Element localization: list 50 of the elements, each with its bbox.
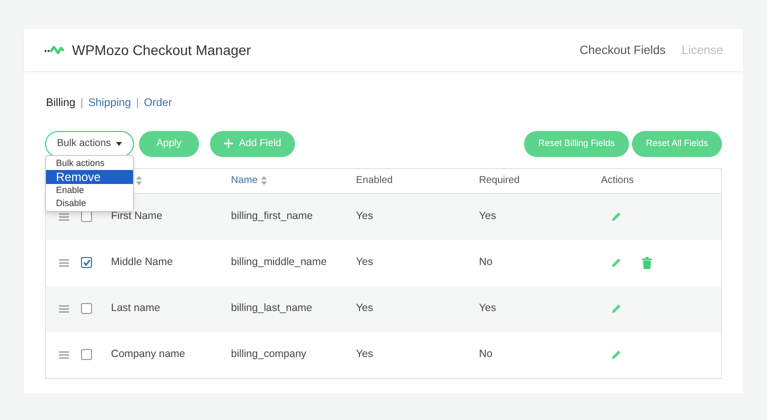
dropdown-option[interactable]: Disable [46, 197, 133, 210]
drag-handle-icon[interactable] [58, 350, 68, 358]
field-label: Company name [111, 348, 186, 360]
bulk-actions-select[interactable]: Bulk actions [45, 130, 134, 156]
field-name: billing_first_name [231, 210, 313, 222]
sort-icon[interactable] [260, 176, 267, 185]
enabled-value: Yes [356, 302, 374, 314]
field-name: billing_last_name [231, 302, 312, 314]
pencil-icon[interactable] [611, 303, 622, 314]
column-header: Actions [601, 174, 634, 188]
pencil-icon[interactable] [611, 211, 622, 222]
field-label: First Name [111, 210, 162, 222]
field-name: billing_middle_name [231, 256, 327, 268]
required-value: No [479, 348, 492, 360]
enabled-value: Yes [356, 256, 374, 268]
dropdown-option[interactable]: Enable [46, 184, 133, 197]
drag-handle-icon[interactable] [58, 304, 68, 312]
field-label: Last name [111, 302, 160, 314]
required-value: Yes [479, 302, 496, 314]
field-name: billing_company [231, 348, 306, 360]
column-header[interactable]: Name [231, 173, 258, 188]
app-title: WPMozo Checkout Manager [72, 40, 251, 60]
plus-icon [224, 139, 233, 148]
enabled-value: Yes [356, 210, 374, 222]
tab[interactable]: Shipping [88, 95, 132, 112]
column-header: Required [479, 174, 520, 188]
pencil-icon[interactable] [611, 349, 622, 360]
tab-separator: | [80, 96, 84, 111]
row-checkbox[interactable] [81, 257, 92, 268]
sort-icon[interactable] [136, 176, 142, 185]
tab-separator: | [136, 96, 139, 111]
trash-icon[interactable] [642, 256, 652, 268]
field-label: Middle Name [111, 256, 173, 268]
required-value: Yes [479, 210, 496, 222]
required-value: No [479, 256, 492, 268]
row-checkbox[interactable] [81, 211, 92, 222]
drag-handle-icon[interactable] [58, 258, 68, 266]
logo-icon [44, 44, 64, 56]
row-checkbox[interactable] [81, 349, 92, 360]
caret-icon [116, 142, 122, 146]
enabled-value: Yes [356, 348, 374, 360]
pencil-icon[interactable] [611, 257, 622, 268]
tab[interactable]: Order [144, 95, 172, 112]
column-header: Enabled [356, 174, 393, 188]
dropdown-option[interactable]: Remove [46, 170, 133, 184]
tab[interactable]: Billing [46, 95, 76, 112]
drag-handle-icon[interactable] [58, 212, 68, 220]
dropdown-option[interactable]: Bulk actions [46, 157, 133, 170]
nav-link[interactable]: Checkout Fields [580, 41, 666, 59]
row-checkbox[interactable] [81, 303, 92, 314]
